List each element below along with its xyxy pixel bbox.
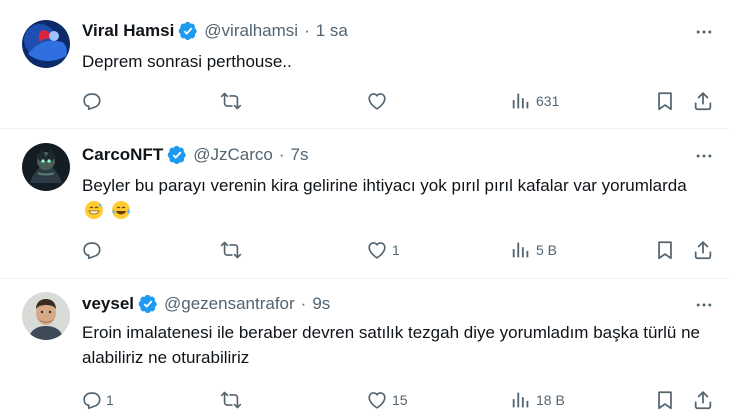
share-button[interactable] <box>692 87 714 115</box>
tweet-text: Eroin imalatenesi ile beraber devren sat… <box>82 320 712 370</box>
tweet-text-content: Beyler bu parayı verenin kira gelirine i… <box>82 176 687 195</box>
tweet-text: Beyler bu parayı verenin kira gelirine i… <box>82 173 712 223</box>
reply-icon <box>80 239 102 261</box>
view-count: 631 <box>536 93 560 109</box>
bookmark-button[interactable] <box>654 87 676 115</box>
bookmark-icon <box>654 239 676 261</box>
separator: · <box>278 145 285 164</box>
tweet-header: veysel @gezensantrafor · 9s <box>82 294 330 314</box>
timestamp[interactable]: 9s <box>312 294 330 314</box>
user-handle[interactable]: @viralhamsi <box>204 21 298 41</box>
retweet-icon <box>220 90 242 112</box>
more-options-icon[interactable] <box>692 20 716 44</box>
reply-icon <box>80 90 102 112</box>
reply-icon <box>80 389 102 411</box>
views-button[interactable]: 18 B <box>510 386 565 414</box>
verified-badge-icon <box>178 21 198 41</box>
more-options-icon[interactable] <box>692 293 716 317</box>
reply-button[interactable]: 1 <box>80 386 114 414</box>
view-count: 5 B <box>536 242 558 258</box>
view-count: 18 B <box>536 392 565 408</box>
like-count: 15 <box>392 392 408 408</box>
separator: · <box>300 294 307 313</box>
tweet-actions: 631 <box>76 87 726 115</box>
display-name[interactable]: veysel <box>82 294 134 314</box>
user-handle[interactable]: @gezensantrafor <box>164 294 295 314</box>
avatar[interactable] <box>22 143 70 191</box>
views-button[interactable]: 5 B <box>510 236 557 264</box>
user-handle[interactable]: @JzCarco <box>193 145 273 165</box>
timestamp[interactable]: 7s <box>291 145 309 165</box>
heart-icon <box>366 239 388 261</box>
tweet-text: Deprem sonrasi perthouse.. <box>82 49 712 74</box>
grinning-sweat-emoji-icon <box>85 201 103 219</box>
display-name[interactable]: CarcoNFT <box>82 145 163 165</box>
share-icon <box>692 389 714 411</box>
retweet-icon <box>220 239 242 261</box>
retweet-icon <box>220 389 242 411</box>
share-button[interactable] <box>692 386 714 414</box>
reply-count: 1 <box>106 392 114 408</box>
avatar[interactable] <box>22 292 70 340</box>
like-button[interactable]: 1 <box>366 236 400 264</box>
analytics-icon <box>510 90 532 112</box>
like-count: 1 <box>392 242 400 258</box>
like-button[interactable]: 15 <box>366 386 408 414</box>
tweet-actions: 1 15 18 B <box>76 386 726 414</box>
tweet-actions: 1 5 B <box>76 236 726 264</box>
share-icon <box>692 239 714 261</box>
bookmark-icon <box>654 389 676 411</box>
heart-icon <box>366 389 388 411</box>
tweet[interactable]: veysel @gezensantrafor · 9s Eroin imalat… <box>0 278 730 420</box>
analytics-icon <box>510 239 532 261</box>
retweet-button[interactable] <box>220 236 246 264</box>
tweet-text-content: Eroin imalatenesi ile beraber devren sat… <box>82 323 700 367</box>
bookmark-icon <box>654 90 676 112</box>
tweet[interactable]: CarcoNFT @JzCarco · 7s Beyler bu parayı … <box>0 128 730 278</box>
tweet-text-content: Deprem sonrasi perthouse.. <box>82 52 292 71</box>
separator: · <box>304 21 310 40</box>
retweet-button[interactable] <box>220 87 246 115</box>
heart-icon <box>366 90 388 112</box>
avatar[interactable] <box>22 20 70 68</box>
display-name[interactable]: Viral Hamsi <box>82 21 174 41</box>
like-button[interactable] <box>366 87 392 115</box>
tears-of-joy-emoji-icon <box>111 201 130 219</box>
bookmark-button[interactable] <box>654 386 676 414</box>
verified-badge-icon <box>138 294 158 314</box>
views-button[interactable]: 631 <box>510 87 559 115</box>
retweet-button[interactable] <box>220 386 246 414</box>
reply-button[interactable] <box>80 236 106 264</box>
tweet[interactable]: Viral Hamsi @viralhamsi · 1 sa Deprem so… <box>0 0 730 128</box>
more-options-icon[interactable] <box>692 144 716 168</box>
share-icon <box>692 90 714 112</box>
tweet-header: Viral Hamsi @viralhamsi · 1 sa <box>82 21 348 41</box>
timestamp[interactable]: 1 sa <box>316 21 348 41</box>
reply-button[interactable] <box>80 87 106 115</box>
tweet-header: CarcoNFT @JzCarco · 7s <box>82 145 308 165</box>
analytics-icon <box>510 389 532 411</box>
bookmark-button[interactable] <box>654 236 676 264</box>
share-button[interactable] <box>692 236 714 264</box>
verified-badge-icon <box>167 145 187 165</box>
